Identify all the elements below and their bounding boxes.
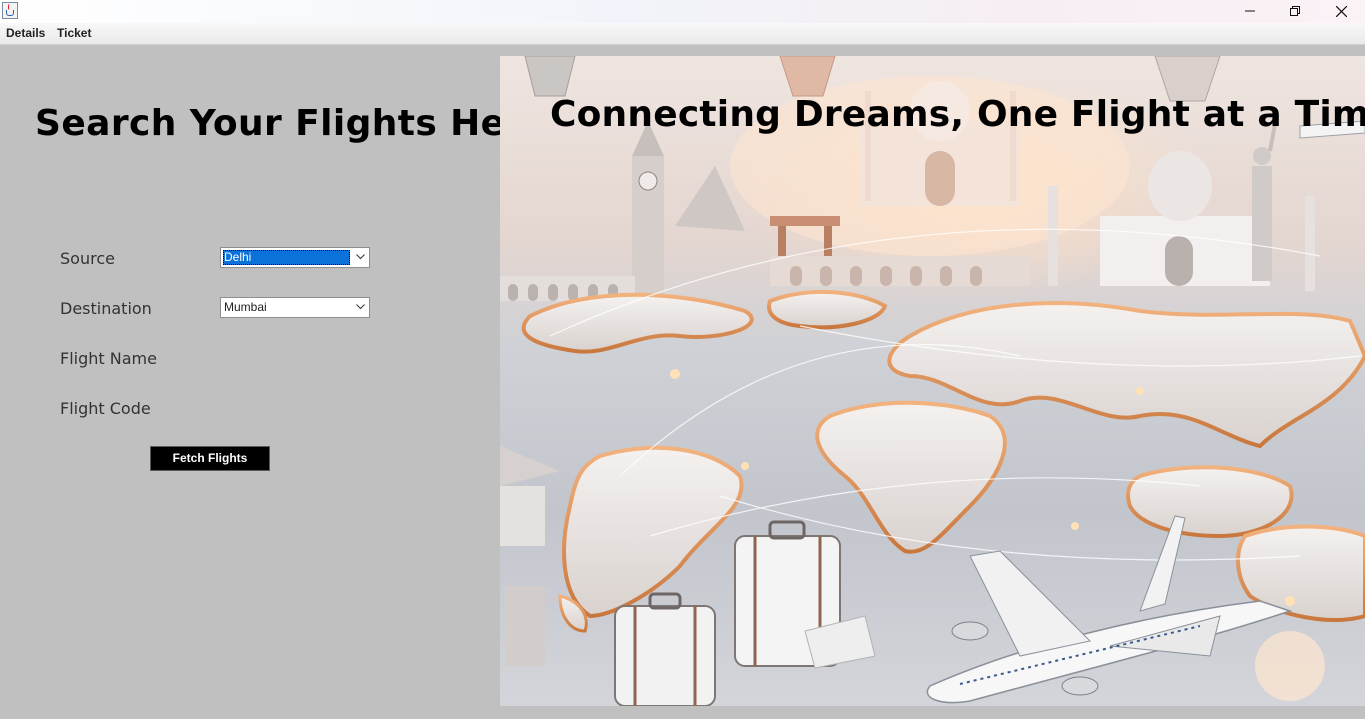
search-heading: Search Your Flights Here <box>35 103 549 144</box>
world-landmarks-illustration <box>500 56 1365 706</box>
java-app-icon <box>2 2 18 19</box>
hero-title: Connecting Dreams, One Flight at a Time <box>550 94 1365 135</box>
source-selected-value: Delhi <box>223 250 350 265</box>
source-dropdown[interactable]: Delhi <box>220 247 370 268</box>
minimize-icon <box>1245 10 1255 12</box>
close-icon <box>1336 6 1347 17</box>
destination-label: Destination <box>60 299 152 318</box>
window-title-bar <box>0 0 1365 23</box>
menu-details[interactable]: Details <box>6 26 45 40</box>
minimize-button[interactable] <box>1227 0 1273 23</box>
restore-button[interactable] <box>1272 0 1318 23</box>
menu-bar: Details Ticket <box>0 23 1365 45</box>
source-label: Source <box>60 249 115 268</box>
fetch-flights-button[interactable]: Fetch Flights <box>150 446 270 471</box>
restore-icon <box>1290 6 1300 16</box>
chevron-down-icon <box>356 304 365 310</box>
destination-selected-value: Mumbai <box>224 300 267 314</box>
destination-dropdown[interactable]: Mumbai <box>220 297 370 318</box>
flight-code-label: Flight Code <box>60 399 151 418</box>
menu-ticket[interactable]: Ticket <box>57 26 91 40</box>
travel-hero-image <box>500 56 1365 706</box>
chevron-down-icon <box>356 254 365 260</box>
flight-name-label: Flight Name <box>60 349 157 368</box>
close-button[interactable] <box>1318 0 1364 23</box>
